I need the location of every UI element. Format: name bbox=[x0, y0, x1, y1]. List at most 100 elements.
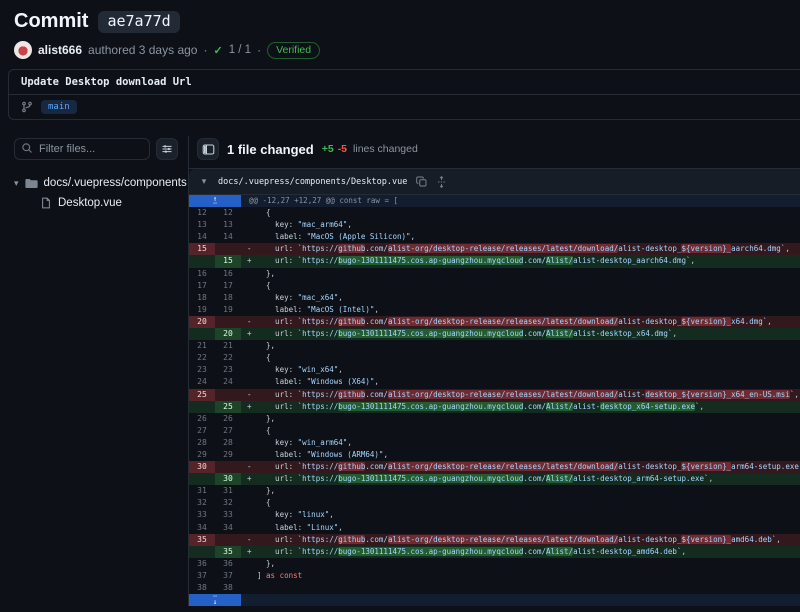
sidebar-item-file[interactable]: Desktop.vue bbox=[14, 193, 178, 213]
author-name[interactable]: alist666 bbox=[38, 43, 82, 57]
new-line-number[interactable]: 35 bbox=[215, 546, 241, 558]
new-line-number[interactable]: 17 bbox=[215, 280, 241, 292]
new-line-number[interactable]: 23 bbox=[215, 364, 241, 376]
code-line: url: `https://github.com/alist-org/deskt… bbox=[257, 243, 800, 255]
old-line-number[interactable]: 12 bbox=[189, 207, 215, 219]
verified-badge[interactable]: Verified bbox=[267, 42, 320, 59]
diff-line-context: 2828 key: "win_arm64", bbox=[189, 437, 800, 449]
old-line-number[interactable]: 15 bbox=[189, 243, 215, 255]
old-line-number[interactable]: 23 bbox=[189, 364, 215, 376]
file-icon bbox=[40, 197, 52, 209]
old-line-number[interactable]: 14 bbox=[189, 231, 215, 243]
old-line-number[interactable] bbox=[189, 255, 215, 267]
new-line-number[interactable]: 12 bbox=[215, 207, 241, 219]
new-line-number[interactable]: 32 bbox=[215, 497, 241, 509]
hunk-row: ↑⋯@@ -12,27 +12,27 @@ const raw = [ bbox=[189, 195, 800, 207]
filter-options-button[interactable] bbox=[156, 138, 178, 160]
new-line-number[interactable] bbox=[215, 316, 241, 328]
diff-line-removed: 25- url: `https://github.com/alist-org/d… bbox=[189, 389, 800, 401]
new-line-number[interactable]: 26 bbox=[215, 413, 241, 425]
folder-icon bbox=[25, 177, 38, 190]
diff-line-context: 1313 key: "mac_arm64", bbox=[189, 219, 800, 231]
expand-all-icon[interactable] bbox=[436, 176, 447, 188]
new-line-number[interactable]: 37 bbox=[215, 570, 241, 582]
expand-down-button[interactable]: ⋯↓ bbox=[189, 594, 241, 606]
diff-marker bbox=[241, 364, 257, 376]
old-line-number[interactable]: 17 bbox=[189, 280, 215, 292]
old-line-number[interactable]: 29 bbox=[189, 449, 215, 461]
old-line-number[interactable]: 13 bbox=[189, 219, 215, 231]
old-line-number[interactable] bbox=[189, 473, 215, 485]
old-line-number[interactable]: 25 bbox=[189, 389, 215, 401]
new-line-number[interactable]: 14 bbox=[215, 231, 241, 243]
old-line-number[interactable]: 16 bbox=[189, 268, 215, 280]
new-line-number[interactable] bbox=[215, 243, 241, 255]
old-line-number[interactable]: 33 bbox=[189, 509, 215, 521]
old-line-number[interactable]: 34 bbox=[189, 522, 215, 534]
diff-line-removed: 15- url: `https://github.com/alist-org/d… bbox=[189, 243, 800, 255]
checks-count[interactable]: 1 / 1 bbox=[229, 44, 251, 56]
old-line-number[interactable]: 22 bbox=[189, 352, 215, 364]
new-line-number[interactable]: 33 bbox=[215, 509, 241, 521]
old-line-number[interactable]: 26 bbox=[189, 413, 215, 425]
new-line-number[interactable]: 38 bbox=[215, 582, 241, 594]
old-line-number[interactable]: 37 bbox=[189, 570, 215, 582]
diff-line-context: 3131 }, bbox=[189, 485, 800, 497]
new-line-number[interactable]: 27 bbox=[215, 425, 241, 437]
new-line-number[interactable]: 25 bbox=[215, 401, 241, 413]
copy-path-icon[interactable] bbox=[416, 176, 427, 187]
new-line-number[interactable]: 36 bbox=[215, 558, 241, 570]
new-line-number[interactable]: 20 bbox=[215, 328, 241, 340]
code-line: url: `https://github.com/alist-org/deskt… bbox=[257, 389, 800, 401]
new-line-number[interactable] bbox=[215, 461, 241, 473]
old-line-number[interactable]: 20 bbox=[189, 316, 215, 328]
old-line-number[interactable]: 28 bbox=[189, 437, 215, 449]
new-line-number[interactable] bbox=[215, 389, 241, 401]
filter-files-input[interactable] bbox=[14, 138, 150, 160]
new-line-number[interactable]: 13 bbox=[215, 219, 241, 231]
old-line-number[interactable] bbox=[189, 401, 215, 413]
old-line-number[interactable]: 36 bbox=[189, 558, 215, 570]
authored-text: authored 3 days ago bbox=[88, 43, 197, 57]
new-line-number[interactable]: 29 bbox=[215, 449, 241, 461]
chevron-down-icon[interactable]: ▾ bbox=[199, 176, 209, 187]
old-line-number[interactable]: 38 bbox=[189, 582, 215, 594]
diff-marker bbox=[241, 292, 257, 304]
old-line-number[interactable]: 31 bbox=[189, 485, 215, 497]
old-line-number[interactable]: 21 bbox=[189, 340, 215, 352]
new-line-number[interactable]: 31 bbox=[215, 485, 241, 497]
branch-label[interactable]: main bbox=[41, 100, 77, 114]
new-line-number[interactable]: 21 bbox=[215, 340, 241, 352]
old-line-number[interactable]: 27 bbox=[189, 425, 215, 437]
toggle-file-tree-button[interactable] bbox=[197, 138, 219, 160]
new-line-number[interactable]: 19 bbox=[215, 304, 241, 316]
diff-line-context: 2626 }, bbox=[189, 413, 800, 425]
sidebar-item-folder[interactable]: ▾ docs/.vuepress/components bbox=[14, 173, 178, 193]
old-line-number[interactable] bbox=[189, 546, 215, 558]
avatar[interactable] bbox=[14, 41, 32, 59]
file-path[interactable]: docs/.vuepress/components/Desktop.vue bbox=[218, 177, 407, 187]
old-line-number[interactable]: 30 bbox=[189, 461, 215, 473]
expand-up-button[interactable]: ↑⋯ bbox=[189, 195, 241, 207]
old-line-number[interactable]: 24 bbox=[189, 376, 215, 388]
new-line-number[interactable]: 15 bbox=[215, 255, 241, 267]
old-line-number[interactable]: 32 bbox=[189, 497, 215, 509]
new-line-number[interactable]: 24 bbox=[215, 376, 241, 388]
new-line-number[interactable]: 16 bbox=[215, 268, 241, 280]
new-line-number[interactable] bbox=[215, 534, 241, 546]
code-line: url: `https://github.com/alist-org/deskt… bbox=[257, 461, 800, 473]
commit-message: Update Desktop download Url bbox=[9, 70, 800, 95]
new-line-number[interactable]: 28 bbox=[215, 437, 241, 449]
new-line-number[interactable]: 22 bbox=[215, 352, 241, 364]
old-line-number[interactable] bbox=[189, 328, 215, 340]
diff-line-context: 1414 label: "MacOS (Apple Silicon)", bbox=[189, 231, 800, 243]
old-line-number[interactable]: 19 bbox=[189, 304, 215, 316]
new-line-number[interactable]: 34 bbox=[215, 522, 241, 534]
code-line: url: `https://bugo-1301111475.cos.ap-gua… bbox=[257, 473, 800, 485]
new-line-number[interactable]: 18 bbox=[215, 292, 241, 304]
new-line-number[interactable]: 30 bbox=[215, 473, 241, 485]
diff-marker bbox=[241, 268, 257, 280]
diff-line-context: 3333 key: "linux", bbox=[189, 509, 800, 521]
old-line-number[interactable]: 35 bbox=[189, 534, 215, 546]
old-line-number[interactable]: 18 bbox=[189, 292, 215, 304]
